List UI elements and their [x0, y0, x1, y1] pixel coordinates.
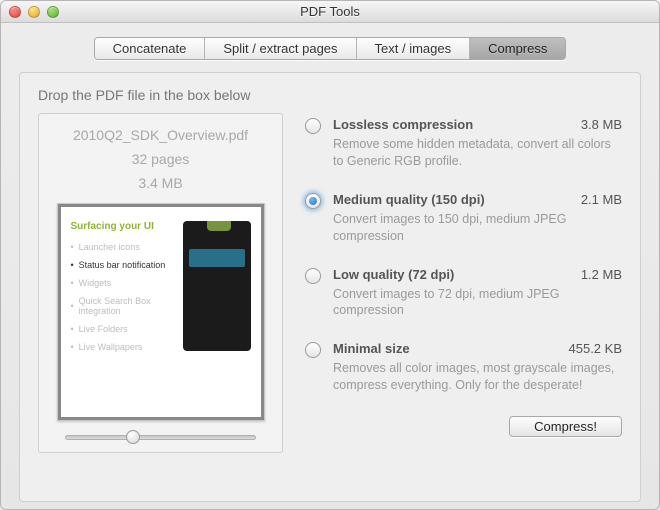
page-thumbnail: Surfacing your UI Launcher icons Status … [57, 203, 265, 421]
tabbar: Concatenate Split / extract pages Text /… [1, 37, 659, 60]
list-item: Live Wallpapers [71, 342, 179, 352]
list-item: Launcher icons [71, 242, 179, 252]
option-lossless[interactable]: Lossless compression 3.8 MB Remove some … [305, 117, 622, 170]
thumb-title: Surfacing your UI [71, 221, 179, 232]
option-title: Minimal size [333, 341, 563, 358]
tab-text-images[interactable]: Text / images [357, 38, 471, 59]
option-size: 455.2 KB [569, 341, 623, 358]
option-desc: Remove some hidden metadata, convert all… [333, 136, 622, 170]
radio-low[interactable] [305, 268, 321, 284]
radio-minimal[interactable] [305, 342, 321, 358]
slider-knob[interactable] [126, 430, 140, 444]
main-panel: Drop the PDF file in the box below 2010Q… [19, 72, 641, 502]
drop-hint: Drop the PDF file in the box below [38, 87, 622, 103]
tab-compress[interactable]: Compress [470, 38, 565, 59]
option-desc: Convert images to 72 dpi, medium JPEG co… [333, 286, 622, 320]
option-low[interactable]: Low quality (72 dpi) 1.2 MB Convert imag… [305, 267, 622, 320]
option-medium[interactable]: Medium quality (150 dpi) 2.1 MB Convert … [305, 192, 622, 245]
radio-lossless[interactable] [305, 118, 321, 134]
page-slider[interactable] [65, 435, 256, 440]
drop-zone[interactable]: 2010Q2_SDK_Overview.pdf 32 pages 3.4 MB … [38, 113, 283, 453]
file-size: 3.4 MB [47, 172, 274, 196]
file-name: 2010Q2_SDK_Overview.pdf [47, 124, 274, 148]
radio-medium[interactable] [305, 193, 321, 209]
option-size: 3.8 MB [581, 117, 622, 134]
option-desc: Convert images to 150 dpi, medium JPEG c… [333, 211, 622, 245]
option-title: Lossless compression [333, 117, 575, 134]
window-title: PDF Tools [1, 4, 659, 19]
file-pages: 32 pages [47, 148, 274, 172]
option-title: Low quality (72 dpi) [333, 267, 575, 284]
option-title: Medium quality (150 dpi) [333, 192, 575, 209]
phone-graphic [183, 221, 251, 351]
list-item: Status bar notification [71, 260, 179, 270]
titlebar: PDF Tools [1, 1, 659, 23]
option-minimal[interactable]: Minimal size 455.2 KB Removes all color … [305, 341, 622, 394]
option-size: 1.2 MB [581, 267, 622, 284]
list-item: Quick Search Box integration [71, 296, 179, 316]
tab-concatenate[interactable]: Concatenate [95, 38, 206, 59]
app-window: PDF Tools Concatenate Split / extract pa… [0, 0, 660, 510]
list-item: Live Folders [71, 324, 179, 334]
tab-split[interactable]: Split / extract pages [205, 38, 356, 59]
option-size: 2.1 MB [581, 192, 622, 209]
tabs: Concatenate Split / extract pages Text /… [94, 37, 567, 60]
compress-button[interactable]: Compress! [509, 416, 622, 437]
android-icon [207, 221, 231, 231]
compression-options: Lossless compression 3.8 MB Remove some … [305, 113, 622, 453]
list-item: Widgets [71, 278, 179, 288]
option-desc: Removes all color images, most grayscale… [333, 360, 622, 394]
thumb-list: Launcher icons Status bar notification W… [71, 242, 179, 352]
actions: Compress! [305, 416, 622, 437]
